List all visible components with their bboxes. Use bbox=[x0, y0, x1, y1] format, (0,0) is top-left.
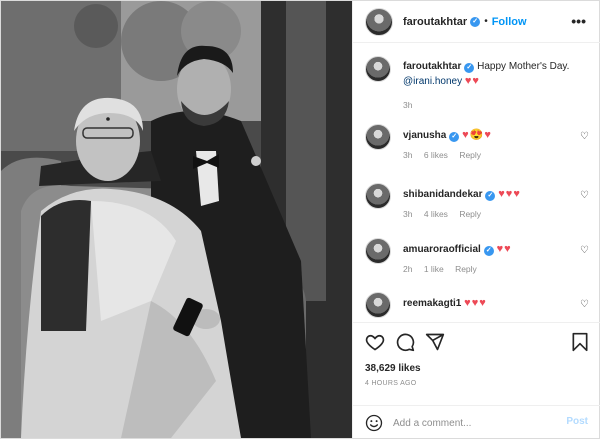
verified-badge-icon: ✓ bbox=[485, 191, 496, 201]
comment-likes[interactable]: 4 likes bbox=[424, 209, 448, 219]
caption-avatar[interactable] bbox=[365, 56, 391, 82]
caption-body: Happy Mother's Day. bbox=[477, 61, 570, 72]
comment-username[interactable]: reemakagti1 bbox=[403, 298, 461, 309]
comment-avatar[interactable] bbox=[365, 124, 391, 150]
photo-illustration bbox=[1, 1, 352, 438]
caption-username[interactable]: faroutakhtar bbox=[403, 61, 461, 72]
more-options-icon[interactable]: ••• bbox=[571, 13, 586, 29]
comment-username[interactable]: shibanidandekar bbox=[403, 189, 482, 200]
comment-text: shibanidandekar ✓ ♥♥♥ bbox=[403, 187, 573, 202]
heart-icon[interactable]: ♡ bbox=[580, 246, 590, 256]
verified-badge-icon: ✓ bbox=[464, 63, 475, 73]
bookmark-icon[interactable] bbox=[570, 332, 590, 352]
emoji-icon[interactable] bbox=[365, 414, 383, 432]
comment-icon[interactable] bbox=[395, 332, 415, 352]
comment-reply[interactable]: Reply bbox=[455, 264, 477, 274]
heart-icon[interactable]: ♡ bbox=[580, 191, 590, 201]
caption-text: faroutakhtar ✓ Happy Mother's Day. @irani… bbox=[403, 60, 573, 89]
post-comment-button[interactable]: Post bbox=[566, 416, 588, 427]
comment-item: reemakagti1 ♥♥♥ ♡ bbox=[365, 292, 590, 322]
comment-item: shibanidandekar ✓ ♥♥♥ 3h 4 likes Reply ♡ bbox=[365, 183, 590, 223]
instagram-post: faroutakhtar ✓ • Follow ••• faroutakhtar… bbox=[0, 0, 600, 439]
comment-body: ♥♥♥ bbox=[464, 297, 487, 309]
comment-body: ♥😍♥ bbox=[462, 129, 492, 141]
comment-avatar[interactable] bbox=[365, 238, 391, 264]
comment-time[interactable]: 3h bbox=[403, 150, 412, 160]
author-avatar[interactable] bbox=[365, 7, 393, 36]
comment-meta: 3h 6 likes Reply bbox=[403, 150, 490, 160]
caption-hearts: ♥♥ bbox=[464, 75, 480, 87]
comment-item: vjanusha ✓ ♥😍♥ 3h 6 likes Reply ♡ bbox=[365, 124, 590, 164]
follow-button[interactable]: Follow bbox=[492, 16, 527, 28]
caption-item: faroutakhtar ✓ Happy Mother's Day. @irani… bbox=[365, 56, 590, 116]
share-icon[interactable] bbox=[425, 332, 445, 352]
verified-badge-icon: ✓ bbox=[483, 246, 494, 256]
comment-text: amuaroraofficial ✓ ♥♥ bbox=[403, 242, 573, 257]
post-timestamp[interactable]: 4 HOURS AGO bbox=[365, 380, 417, 387]
comment-likes[interactable]: 1 like bbox=[424, 264, 444, 274]
comment-avatar[interactable] bbox=[365, 183, 391, 209]
comment-input[interactable] bbox=[393, 415, 553, 431]
comment-avatar[interactable] bbox=[365, 292, 391, 318]
comment-body: ♥♥ bbox=[496, 243, 512, 255]
caption-time[interactable]: 3h bbox=[403, 100, 412, 110]
divider bbox=[353, 322, 600, 323]
separator-dot: • bbox=[484, 16, 488, 27]
verified-badge-icon: ✓ bbox=[470, 16, 481, 27]
comment-item: amuaroraofficial ✓ ♥♥ 2h 1 like Reply ♡ bbox=[365, 238, 590, 278]
heart-icon[interactable]: ♡ bbox=[580, 132, 590, 142]
comment-text: vjanusha ✓ ♥😍♥ bbox=[403, 128, 573, 143]
post-header: faroutakhtar ✓ • Follow ••• bbox=[353, 1, 600, 43]
comment-username[interactable]: vjanusha bbox=[403, 130, 446, 141]
comments-list[interactable]: faroutakhtar ✓ Happy Mother's Day. @irani… bbox=[353, 44, 600, 322]
caption-meta: 3h bbox=[403, 100, 421, 110]
add-comment-bar: Post bbox=[353, 405, 600, 438]
heart-icon[interactable] bbox=[365, 332, 385, 352]
comment-time[interactable]: 2h bbox=[403, 264, 412, 274]
comment-body: ♥♥♥ bbox=[498, 188, 521, 200]
like-count[interactable]: 38,629 likes bbox=[365, 363, 421, 374]
post-actions bbox=[365, 332, 590, 354]
comment-username[interactable]: amuaroraofficial bbox=[403, 244, 481, 255]
verified-badge-icon: ✓ bbox=[449, 132, 460, 142]
comment-likes[interactable]: 6 likes bbox=[424, 150, 448, 160]
author-username[interactable]: faroutakhtar bbox=[403, 16, 467, 28]
comment-meta: 3h 4 likes Reply bbox=[403, 209, 490, 219]
caption-mention[interactable]: @irani.honey bbox=[403, 76, 462, 87]
comment-text: reemakagti1 ♥♥♥ bbox=[403, 296, 573, 311]
post-photo[interactable] bbox=[1, 1, 352, 438]
post-side-panel: faroutakhtar ✓ • Follow ••• faroutakhtar… bbox=[352, 1, 600, 438]
heart-icon[interactable]: ♡ bbox=[580, 300, 590, 310]
comment-meta: 2h 1 like Reply bbox=[403, 264, 486, 274]
comment-reply[interactable]: Reply bbox=[459, 209, 481, 219]
comment-time[interactable]: 3h bbox=[403, 209, 412, 219]
comment-reply[interactable]: Reply bbox=[459, 150, 481, 160]
